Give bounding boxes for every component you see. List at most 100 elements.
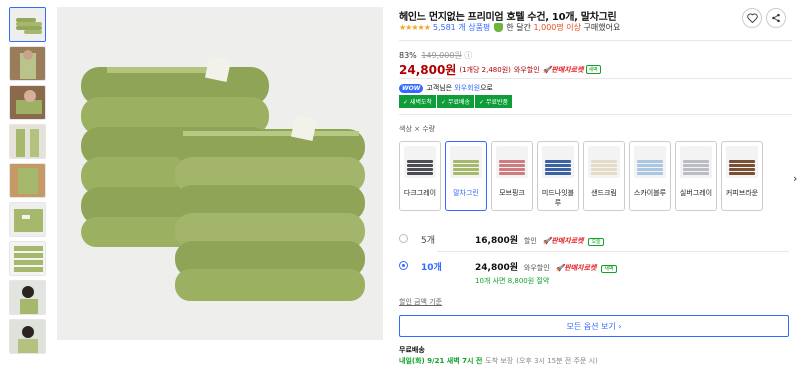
color-option-silver-gray[interactable]: 실버그레이 <box>675 141 717 211</box>
product-title: 헤인느 먼지없는 프리미엄 호텔 수건, 10개, 말차그린 <box>399 12 617 23</box>
order-by-time: (오후 3시 15분 전 주문 시) <box>516 357 598 365</box>
wow-text-suffix: 으로 <box>480 84 493 92</box>
swatch-towel-stack <box>637 172 663 175</box>
swatch-towel-stack <box>683 172 709 175</box>
thumbnail-list <box>9 7 47 358</box>
swatch-towel-stack <box>545 168 571 171</box>
thumbnail-image <box>10 8 45 41</box>
color-option-mauve-pink[interactable]: 모브핑크 <box>491 141 533 211</box>
swatch-image <box>542 146 574 178</box>
thumbnail-image <box>10 125 45 158</box>
color-name: 커피브라운 <box>725 189 759 197</box>
thumbnail-6[interactable] <box>9 202 46 237</box>
color-option-sand-cream[interactable]: 샌드크림 <box>583 141 625 211</box>
color-name: 모브핑크 <box>499 189 525 197</box>
share-icon <box>772 13 780 23</box>
color-option-matcha-green[interactable]: 말차그린 <box>445 141 487 211</box>
swatch-towel-stack <box>453 168 479 171</box>
main-product-image[interactable] <box>57 7 383 340</box>
purchase-count-value: 1,000명 이상 <box>533 23 581 32</box>
view-all-options-button[interactable]: 모든 옵션 보기 › <box>399 315 789 337</box>
arrival-date: 내일(화) 9/21 새벽 7시 전 <box>399 357 483 365</box>
thumbnail-image <box>10 242 45 275</box>
arrival-guarantee: 도착 보장 <box>485 357 514 365</box>
color-option-coffee-brown[interactable]: 커피브라운 <box>721 141 763 211</box>
color-name: 스카이블루 <box>633 189 667 197</box>
rating-row: ★★★★★ 5,581 개 상품평 한 달간 1,000명 이상 구매했어요 <box>399 22 620 33</box>
unit-price: (1개당 2,480원) <box>459 65 511 74</box>
swatch-image <box>496 146 528 178</box>
thumbnail-4[interactable] <box>9 124 46 159</box>
original-price: 149,000원 <box>421 51 462 60</box>
thumbnail-7[interactable] <box>9 241 46 276</box>
color-option-dark-gray[interactable]: 다크그레이 <box>399 141 441 211</box>
swatch-towel-stack <box>591 160 617 163</box>
share-button[interactable] <box>766 8 786 28</box>
swatch-towel-stack <box>591 168 617 171</box>
swatch-towel-stack <box>407 160 433 163</box>
swatch-towel-stack <box>499 168 525 171</box>
swatch-towel-stack <box>591 164 617 167</box>
swatch-towel-stack <box>729 168 755 171</box>
swatch-towel-stack <box>453 160 479 163</box>
divider <box>437 251 789 252</box>
benefit-free-shipping: ✓ 무료배송 <box>437 95 475 108</box>
thumbnail-3[interactable] <box>9 85 46 120</box>
purchase-suffix: 구매했어요 <box>583 23 621 32</box>
original-price-row: 83% 149,000원 ⓘ <box>399 50 472 61</box>
seller-rocket-badge: 🚀판매자로켓 <box>542 237 584 245</box>
savings-prefix: 10개 사면 <box>475 277 506 285</box>
sale-price: 24,800원 <box>399 63 457 77</box>
purchase-count: 한 달간 1,000명 이상 구매했어요 <box>506 22 620 33</box>
swatch-towel-stack <box>499 160 525 163</box>
swatch-towel-stack <box>453 172 479 175</box>
swatch-image <box>680 146 712 178</box>
sale-price-row: 24,800원 (1개당 2,480원) 와우할인 🚀판매자로켓 새벽 <box>399 61 601 78</box>
wishlist-button[interactable] <box>742 8 762 28</box>
benefit-badges: ✓ 새벽도착 ✓ 무료배송 ✓ 무료반품 <box>399 95 513 108</box>
swatch-towel-stack <box>407 172 433 175</box>
quantity-price: 24,800원 <box>475 263 519 273</box>
thumbnail-5[interactable] <box>9 163 46 198</box>
thumbnail-image <box>10 320 45 353</box>
quantity-label: 10개 <box>421 263 442 273</box>
info-icon[interactable]: ⓘ <box>464 51 472 60</box>
savings-suffix: 절약 <box>536 277 550 285</box>
thumbnail-2[interactable] <box>9 46 46 81</box>
color-option-sky-blue[interactable]: 스카이블루 <box>629 141 671 211</box>
wow-member-link[interactable]: 와우회원 <box>454 83 480 93</box>
swatch-towel-stack <box>683 168 709 171</box>
chevron-right-icon[interactable]: › <box>793 172 797 185</box>
thumbnail-8[interactable] <box>9 280 46 315</box>
review-count-link[interactable]: 5,581 개 상품평 <box>433 22 490 33</box>
wow-member-row: WOW 고객님은 와우회원 으로 <box>399 83 493 93</box>
swatch-towel-stack <box>683 164 709 167</box>
thumbnail-image <box>10 281 45 314</box>
swatch-towel-stack <box>729 160 755 163</box>
thumbnail-1[interactable] <box>9 7 46 42</box>
thumbnail-image <box>10 47 45 80</box>
quantity-option-10[interactable]: 10개 24,800원 와우할인 🚀판매자로켓 새벽 10개 사면 8,800원… <box>399 260 789 286</box>
discount-standard-link[interactable]: 할인 금액 기준 <box>399 297 442 307</box>
delivery-eta-row: 내일(화) 9/21 새벽 7시 전 도착 보장 (오후 3시 15분 전 주문… <box>399 356 601 366</box>
quantity-option-5[interactable]: 5개 16,800원 할인 🚀판매자로켓 오늘 <box>399 233 789 246</box>
seller-rocket-badge: 🚀판매자로켓 <box>555 264 597 272</box>
color-name: 실버그레이 <box>679 189 713 197</box>
benefit-free-return: ✓ 무료반품 <box>475 95 513 108</box>
wow-discount-label: 와우할인 <box>513 65 540 74</box>
swatch-towel-stack <box>637 160 663 163</box>
radio-button-selected[interactable] <box>399 261 408 270</box>
wow-text-prefix: 고객님은 <box>426 84 453 92</box>
quantity-price: 16,800원 <box>475 236 519 246</box>
savings-text: 10개 사면 8,800원 절약 <box>475 276 617 286</box>
thumbnail-image <box>10 164 45 197</box>
divider <box>399 114 792 115</box>
quantity-label: 5개 <box>421 236 436 246</box>
thumbnail-9[interactable] <box>9 319 46 354</box>
color-option-midnight-blue[interactable]: 미드나잇블루 <box>537 141 579 211</box>
discount-percent: 83% <box>399 51 417 60</box>
heart-icon <box>746 13 758 23</box>
today-delivery-tag: 오늘 <box>588 238 604 246</box>
shipping-label: 무료배송 <box>399 346 425 354</box>
radio-button[interactable] <box>399 234 408 243</box>
